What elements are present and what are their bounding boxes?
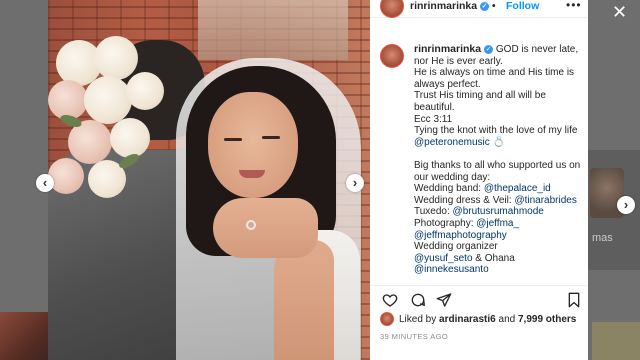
credit-line: Tuxedo: @brutusrumahmode [414, 206, 582, 218]
credit-line: @yusuf_seto & Ohana [414, 253, 582, 265]
bride-eye-left [224, 138, 242, 141]
comment-icon[interactable] [410, 292, 426, 308]
background-thumbnail-bottom-right [592, 322, 640, 360]
chevron-right-icon[interactable]: › [346, 174, 364, 192]
post-timestamp: 39 MINUTES AGO [380, 332, 449, 341]
caption-line: Ecc 3:11 [414, 113, 453, 125]
bride-eye-right [262, 136, 280, 139]
credit-line: Wedding dress & Veil: @tinarabrides [414, 195, 582, 207]
caption-line: Tying the knot with the love of my life [414, 125, 578, 137]
bride-arm [274, 240, 334, 360]
more-options-icon[interactable]: ••• [566, 0, 582, 12]
close-icon[interactable]: ✕ [612, 2, 627, 22]
credit-handle[interactable]: @jeffmaphotography [414, 230, 507, 241]
post-header: rinrinmarinka ✓ • Follow ••• [370, 0, 588, 18]
caption-line: always perfect. [414, 78, 481, 90]
caption-line: He is always on time and His time is [414, 67, 575, 79]
likes-prefix: Liked by [399, 313, 437, 325]
caption-line [414, 148, 582, 160]
credit-line: Wedding band: @thepalace_id [414, 183, 582, 195]
action-bar [370, 285, 588, 311]
credit-handle[interactable]: @jeffma_ [476, 218, 519, 229]
post-photo [48, 0, 370, 360]
credit-suffix: & Ohana [472, 252, 515, 264]
liker-username[interactable]: ardinarasti6 [439, 314, 496, 325]
dot-separator: • [492, 1, 496, 12]
credit-handle[interactable]: @tinarabrides [514, 195, 576, 206]
bookmark-icon[interactable] [566, 292, 582, 308]
credit-handle[interactable]: @innekesusanto [414, 264, 489, 275]
heart-icon[interactable] [382, 292, 398, 308]
caption-line: Trust His timing and all will be [414, 90, 546, 102]
bride-lips [239, 170, 265, 178]
next-post-icon[interactable]: › [617, 196, 635, 214]
credit-handle[interactable]: @thepalace_id [484, 183, 551, 194]
credit-line: Wedding organizer [414, 241, 582, 253]
likes-count[interactable]: 7,999 others [518, 314, 576, 325]
credit-handle[interactable]: @brutusrumahmode [453, 206, 544, 217]
credit-label: Tuxedo: [414, 206, 453, 218]
bride-hand [213, 198, 318, 258]
likes-mid: and [498, 313, 516, 325]
flower [94, 36, 138, 80]
caption-avatar[interactable] [380, 44, 404, 68]
caption: rinrinmarinka ✓ GOD is never late, nor He… [414, 44, 582, 284]
avatar[interactable] [380, 0, 404, 18]
verified-badge-icon: ✓ [484, 44, 494, 54]
background-partial-text: mas [592, 232, 613, 244]
caption-line: Big thanks to all who supported us on [414, 159, 581, 171]
flower [110, 118, 150, 158]
credit-handle[interactable]: @yusuf_seto [414, 253, 473, 264]
bouquet [48, 36, 168, 206]
caption-line: our wedding day: [414, 171, 491, 183]
credit-label: Photography: [414, 217, 477, 229]
ceiling-area [198, 0, 348, 60]
credit-line: @innekesusanto [414, 264, 582, 276]
username-link[interactable]: rinrinmarinka ✓ • [410, 0, 496, 12]
share-icon[interactable] [436, 292, 452, 308]
credit-line: Photography: @jeffma_ [414, 218, 582, 230]
wedding-ring [246, 220, 256, 230]
flower [48, 158, 84, 194]
caption-username[interactable]: rinrinmarinka [414, 44, 481, 55]
follow-button[interactable]: Follow [506, 0, 539, 12]
verified-badge-icon: ✓ [480, 1, 490, 11]
username-text: rinrinmarinka [410, 0, 478, 12]
post-detail-panel: rinrinmarinka ✓ • Follow ••• rinrinmarink… [370, 0, 588, 360]
credit-line: @jeffmaphotography [414, 230, 582, 242]
background-thumbnail-left [0, 312, 48, 360]
caption-line: nor He is ever early. [414, 55, 503, 67]
bride-face [208, 92, 298, 198]
caption-text: GOD is never late, [495, 44, 579, 55]
flower [126, 72, 164, 110]
flower [84, 76, 132, 124]
chevron-left-icon[interactable]: ‹ [36, 174, 54, 192]
credit-label: Wedding dress & Veil: [414, 194, 515, 206]
likes-summary: Liked by ardinarasti6 and 7,999 others [380, 311, 576, 327]
caption-mention[interactable]: @peteronemusic 💍 [414, 137, 582, 149]
caption-line: beautiful. [414, 101, 455, 113]
caption-first-line: rinrinmarinka ✓ GOD is never late, [414, 44, 582, 56]
liker-avatar[interactable] [380, 312, 394, 326]
credit-label: Wedding organizer [414, 241, 498, 253]
credit-label: Wedding band: [414, 183, 484, 195]
